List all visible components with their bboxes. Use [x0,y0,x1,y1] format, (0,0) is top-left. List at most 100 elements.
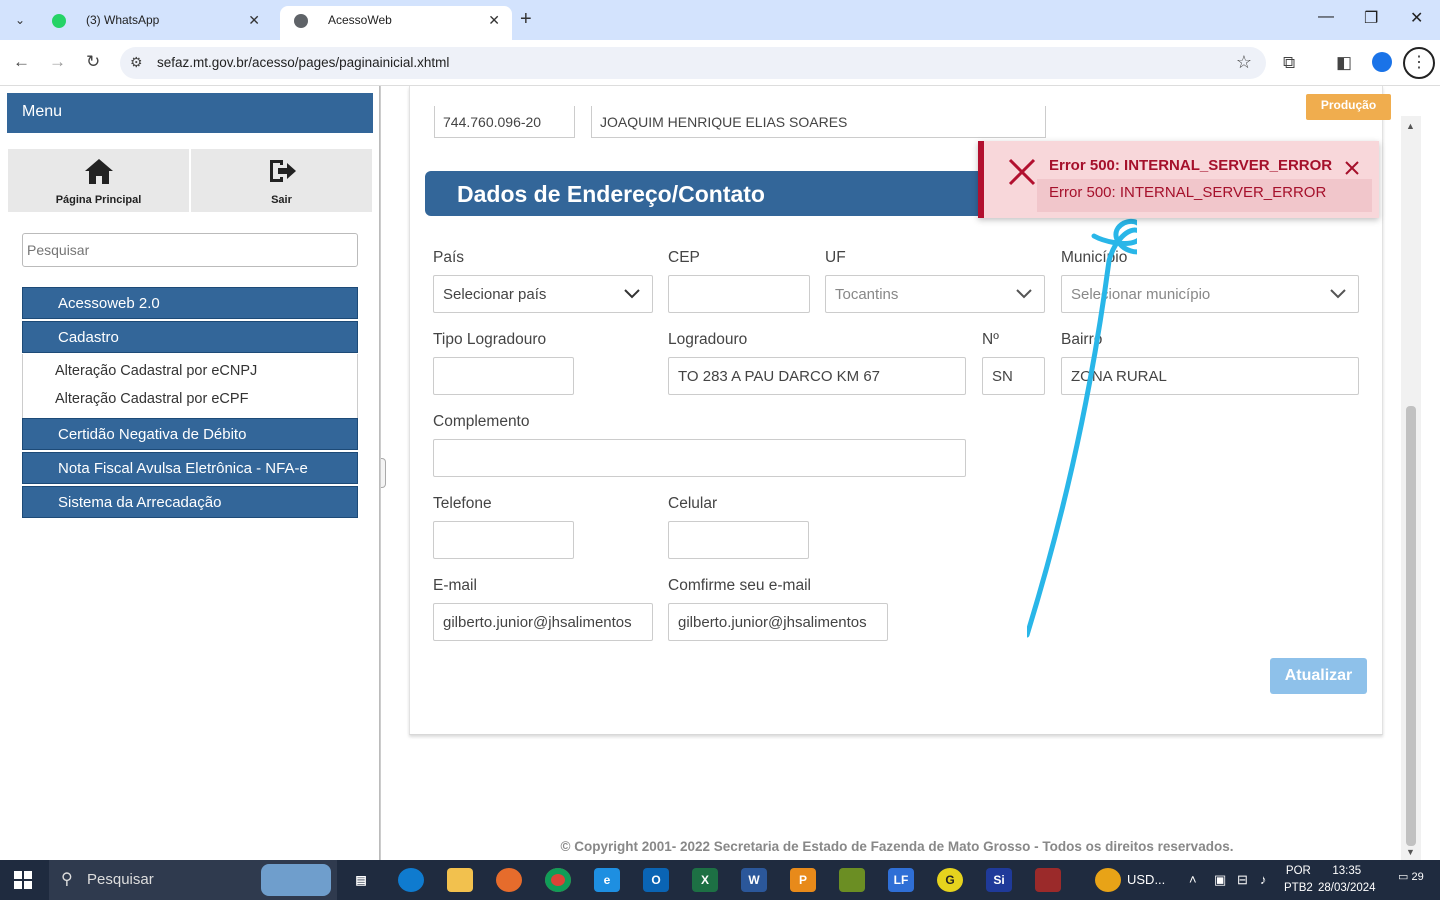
menu-item-cadastro[interactable]: Cadastro [22,321,358,353]
maximize-icon[interactable]: ❐ [1364,8,1378,28]
uf-select[interactable]: Tocantins [825,275,1045,313]
browser-menu-icon[interactable]: ⋮ [1403,47,1435,79]
task-view-icon[interactable]: ▤ [348,868,374,892]
lf-app-icon[interactable]: LF [888,868,914,892]
taskbar-search-label: Pesquisar [87,871,154,888]
notifications-icon[interactable]: ▭ 29 [1398,870,1424,883]
scrollbar-thumb[interactable] [1406,406,1416,846]
word-icon[interactable]: W [741,868,767,892]
tab-search-button[interactable]: ⌄ [8,8,32,32]
internet-explorer-icon[interactable]: e [594,868,620,892]
tipo-logradouro-input[interactable] [433,357,574,395]
app-icon[interactable] [839,868,865,892]
name-field[interactable]: JOAQUIM HENRIQUE ELIAS SOARES [591,106,1046,138]
site-info-icon[interactable]: ⚙ [130,54,143,71]
logradouro-label: Logradouro [668,331,748,348]
submenu-item-ecpf[interactable]: Alteração Cadastral por eCPF [55,391,248,407]
celular-label: Celular [668,495,718,512]
cep-input[interactable] [668,275,810,313]
logout-button[interactable]: Sair [191,149,372,212]
home-icon [8,157,189,192]
edge-icon[interactable] [398,868,424,892]
reload-icon[interactable]: ↻ [86,52,100,72]
chevron-down-icon [624,289,640,299]
bookmark-star-icon[interactable]: ☆ [1236,52,1252,73]
copyright-footer: © Copyright 2001- 2022 Secretaria de Est… [560,839,1234,854]
currency-widget[interactable]: USD... [1127,872,1165,887]
tab-whatsapp[interactable]: (3) WhatsApp ✕ [38,6,272,40]
telefone-input[interactable] [433,521,574,559]
panel-splitter[interactable] [380,86,387,860]
telefone-label: Telefone [433,495,492,512]
g-app-icon[interactable]: G [937,868,963,892]
pdf-app-icon[interactable]: P [790,868,816,892]
pais-select[interactable]: Selecionar país [433,275,653,313]
new-tab-icon[interactable]: + [520,8,532,31]
excel-icon[interactable]: X [692,868,718,892]
cadastro-submenu: Alteração Cadastral por eCNPJ Alteração … [22,354,358,418]
menu-item-nfae[interactable]: Nota Fiscal Avulsa Eletrônica - NFA-e [22,452,358,484]
volume-icon[interactable]: ♪ [1260,872,1267,887]
logout-label: Sair [271,194,292,206]
email-confirm-label: Comfirme seu e-mail [668,577,811,594]
submenu-item-ecnpj[interactable]: Alteração Cadastral por eCNPJ [55,363,257,379]
address-bar[interactable]: ⚙ sefaz.mt.gov.br/acesso/pages/paginaini… [120,47,1266,79]
clock[interactable]: 13:35 28/03/2024 [1318,863,1376,897]
pais-label: País [433,249,465,266]
cpf-field[interactable]: 744.760.096-20 [434,106,575,138]
profile-avatar[interactable] [1372,52,1392,72]
notification-count: 29 [1411,871,1424,883]
network-icon[interactable]: ⊟ [1237,872,1248,888]
show-hidden-icons-icon[interactable]: ˄ [1189,872,1197,887]
tab-acessoweb[interactable]: AcessoWeb ✕ [280,6,512,40]
logradouro-input[interactable]: TO 283 A PAU DARCO KM 67 [668,357,966,395]
si-app-icon[interactable]: Si [986,868,1012,892]
complemento-input[interactable] [433,439,966,477]
toast-close-icon[interactable] [1345,161,1359,175]
windows-start-icon[interactable] [14,871,32,889]
chrome-icon[interactable] [545,868,571,892]
complemento-label: Complemento [433,413,530,430]
menu-item-certidao[interactable]: Certidão Negativa de Débito [22,418,358,450]
uf-value: Tocantins [835,286,899,303]
currency-icon [1095,868,1121,892]
clock-time: 13:35 [1332,865,1362,877]
home-button[interactable]: Página Principal [8,149,189,212]
menu-search-input[interactable] [22,233,358,267]
tipo-logradouro-label: Tipo Logradouro [433,331,547,348]
camera-icon[interactable]: ▣ [1214,872,1226,888]
file-explorer-icon[interactable] [447,868,473,892]
firefox-icon[interactable] [496,868,522,892]
email-confirm-input[interactable]: gilberto.junior@jhsalimentos [668,603,888,641]
environment-badge: Produção [1306,94,1391,120]
taskbar-search[interactable]: ⚲ Pesquisar [49,860,337,900]
annotation-stroke [1027,218,1137,638]
numero-label: Nº [982,331,999,348]
browser-toolbar: ← → ↻ ⚙ sefaz.mt.gov.br/acesso/pages/pag… [0,40,1440,86]
toast-title: Error 500: INTERNAL_SERVER_ERROR [1049,157,1333,174]
update-button[interactable]: Atualizar [1270,658,1367,694]
menu-item-acessoweb[interactable]: Acessoweb 2.0 [22,287,358,319]
tab-label: (3) WhatsApp [86,13,160,27]
side-panel-icon[interactable]: ◧ [1336,53,1352,73]
celular-input[interactable] [668,521,809,559]
scroll-down-icon[interactable]: ▼ [1406,847,1415,857]
toast-detail: Error 500: INTERNAL_SERVER_ERROR [1049,184,1327,201]
logout-icon [191,157,372,192]
close-tab-icon[interactable]: ✕ [488,6,500,34]
outlook-icon[interactable]: O [643,868,669,892]
email-input[interactable]: gilberto.junior@jhsalimentos [433,603,653,641]
forward-icon[interactable]: → [49,52,66,72]
archive-app-icon[interactable] [1035,868,1061,892]
close-window-icon[interactable]: ✕ [1410,8,1423,28]
splitter-handle[interactable] [381,458,386,488]
page-scrollbar[interactable]: ▲ ▼ [1401,116,1421,860]
scroll-up-icon[interactable]: ▲ [1406,121,1415,131]
back-icon[interactable]: ← [13,52,30,72]
extensions-icon[interactable]: ⧉ [1283,53,1295,73]
language-indicator[interactable]: POR PTB2 [1284,863,1313,897]
home-label: Página Principal [55,194,142,206]
close-tab-icon[interactable]: ✕ [248,6,260,34]
menu-item-arrecadacao[interactable]: Sistema da Arrecadação [22,486,358,518]
minimize-icon[interactable]: — [1318,8,1334,26]
